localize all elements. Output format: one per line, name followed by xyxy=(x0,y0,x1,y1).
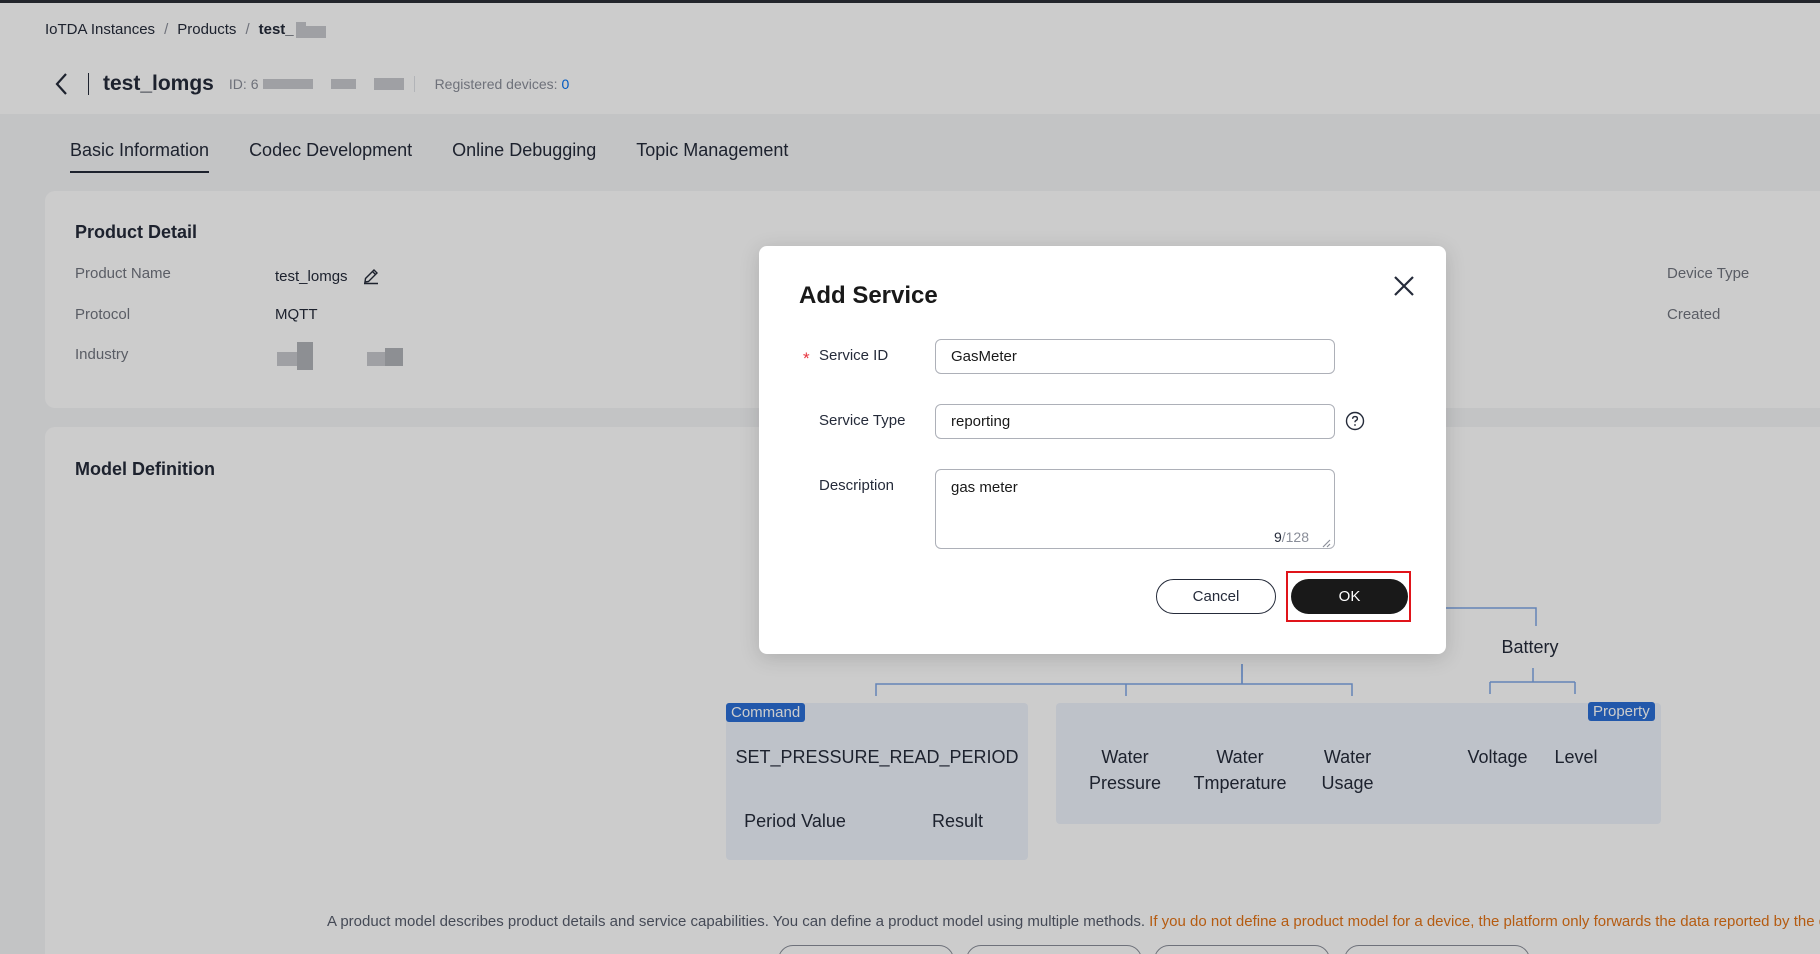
ok-button[interactable]: OK xyxy=(1291,579,1408,614)
description-label: Description xyxy=(819,477,895,494)
service-type-input[interactable] xyxy=(935,404,1335,439)
close-icon[interactable] xyxy=(1390,272,1418,300)
cancel-button[interactable]: Cancel xyxy=(1156,579,1276,614)
description-textarea[interactable]: gas meter 9/128 xyxy=(935,469,1335,549)
service-type-label: Service Type xyxy=(819,412,906,429)
service-id-input[interactable] xyxy=(935,339,1335,374)
add-service-dialog: Add Service * Service ID Service Type De… xyxy=(759,246,1446,654)
resize-grip-icon[interactable] xyxy=(1321,535,1331,548)
description-value: gas meter xyxy=(951,479,1018,496)
service-id-label: Service ID xyxy=(819,347,889,364)
required-asterisk: * xyxy=(803,349,810,368)
help-circle-icon[interactable] xyxy=(1345,411,1365,431)
char-counter: 9/128 xyxy=(1273,529,1309,545)
dialog-title: Add Service xyxy=(799,282,938,309)
ok-button-highlight: OK xyxy=(1286,571,1411,622)
